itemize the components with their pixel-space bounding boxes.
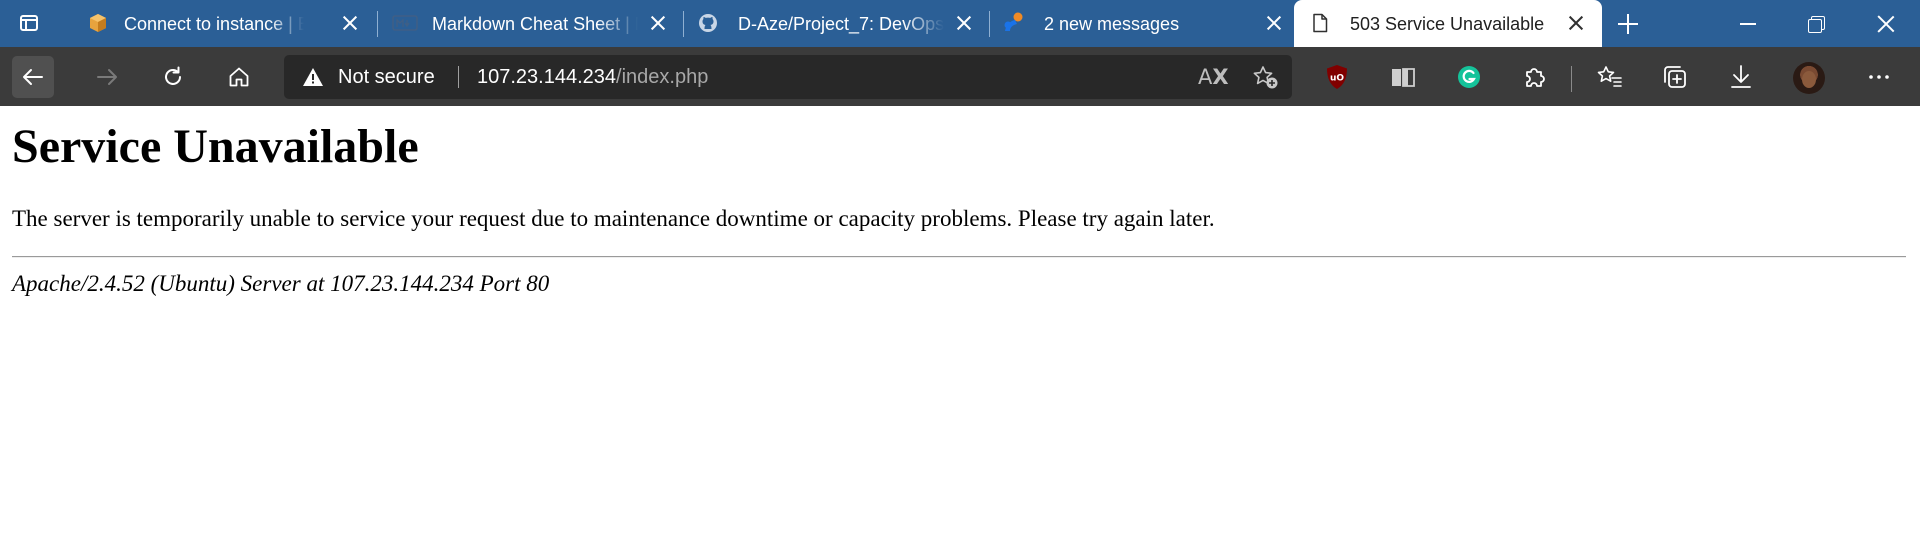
- back-button[interactable]: [12, 56, 54, 98]
- page-content: Service Unavailable The server is tempor…: [0, 106, 1920, 545]
- profile-avatar[interactable]: [1793, 62, 1825, 94]
- toolbar-separator: [1571, 66, 1572, 92]
- tab-title: D-Aze/Project_7: DevOps: [738, 14, 944, 34]
- read-aloud-icon[interactable]: A𝗫: [1198, 65, 1229, 89]
- close-tab-icon[interactable]: [648, 13, 668, 33]
- github-icon: [699, 14, 717, 32]
- new-tab-icon[interactable]: [1616, 12, 1640, 36]
- page-title: Service Unavailable: [12, 120, 419, 173]
- url-host: 107.23.144.234: [477, 66, 617, 88]
- forward-button[interactable]: [86, 56, 128, 98]
- refresh-button[interactable]: [152, 56, 194, 98]
- address-divider: [458, 66, 459, 88]
- favorites-icon[interactable]: [1594, 62, 1624, 92]
- reading-view-icon[interactable]: [1388, 62, 1418, 92]
- tab-ec2[interactable]: Connect to instance | EC2: [72, 0, 372, 47]
- tab-markdown[interactable]: Markdown Cheat Sheet | Markdown Guide: [378, 0, 678, 47]
- restore-icon[interactable]: [1805, 12, 1829, 36]
- close-tab-icon[interactable]: [1264, 13, 1284, 33]
- more-options-icon[interactable]: [1864, 62, 1894, 92]
- server-signature: Apache/2.4.52 (Ubuntu) Server at 107.23.…: [12, 271, 550, 296]
- refresh-icon: [165, 66, 181, 85]
- back-arrow-icon: [23, 69, 43, 85]
- collections-icon[interactable]: [1660, 62, 1690, 92]
- url-text[interactable]: 107.23.144.234/index.php: [477, 66, 708, 88]
- tab-title: Connect to instance | EC2: [124, 14, 304, 34]
- security-label[interactable]: Not secure: [338, 66, 435, 88]
- tab-title: Markdown Cheat Sheet | Markdown Guide: [432, 14, 638, 34]
- page-icon: [1313, 13, 1328, 33]
- address-bar[interactable]: Not secure 107.23.144.234/index.php A𝗫: [284, 55, 1292, 99]
- forward-arrow-icon: [97, 69, 117, 85]
- warning-icon: [303, 68, 323, 86]
- ublock-icon[interactable]: uO: [1322, 62, 1352, 92]
- tab-title: 503 Service Unavailable: [1350, 14, 1545, 34]
- minimize-icon[interactable]: [1736, 12, 1760, 36]
- divider: [12, 256, 1906, 258]
- close-window-icon[interactable]: [1874, 12, 1898, 36]
- add-favorite-icon[interactable]: [1252, 65, 1280, 91]
- error-message: The server is temporarily unable to serv…: [12, 206, 1215, 231]
- markdown-icon: [392, 15, 418, 31]
- tab-strip: Connect to instance | EC2 Markdown Cheat…: [0, 0, 1920, 47]
- url-path: /index.php: [616, 66, 709, 88]
- close-tab-icon[interactable]: [954, 13, 974, 33]
- slack-icon: [1004, 12, 1023, 31]
- close-tab-icon[interactable]: [340, 13, 360, 33]
- tab-messages[interactable]: 2 new messages: [990, 0, 1290, 47]
- tab-actions-icon[interactable]: [18, 12, 42, 36]
- tab-title: 2 new messages: [1044, 14, 1180, 34]
- close-tab-icon[interactable]: [1566, 13, 1586, 33]
- extensions-icon[interactable]: [1520, 62, 1550, 92]
- grammarly-icon[interactable]: [1454, 62, 1484, 92]
- tab-service-unavailable[interactable]: 503 Service Unavailable: [1294, 0, 1602, 47]
- home-icon: [229, 67, 249, 87]
- browser-toolbar: Not secure 107.23.144.234/index.php A𝗫 u…: [0, 47, 1920, 106]
- home-button[interactable]: [218, 56, 260, 98]
- aws-cube-icon: [90, 14, 106, 32]
- tab-github[interactable]: D-Aze/Project_7: DevOps: [684, 0, 990, 47]
- downloads-icon[interactable]: [1726, 62, 1756, 92]
- svg-text:uO: uO: [1330, 74, 1344, 84]
